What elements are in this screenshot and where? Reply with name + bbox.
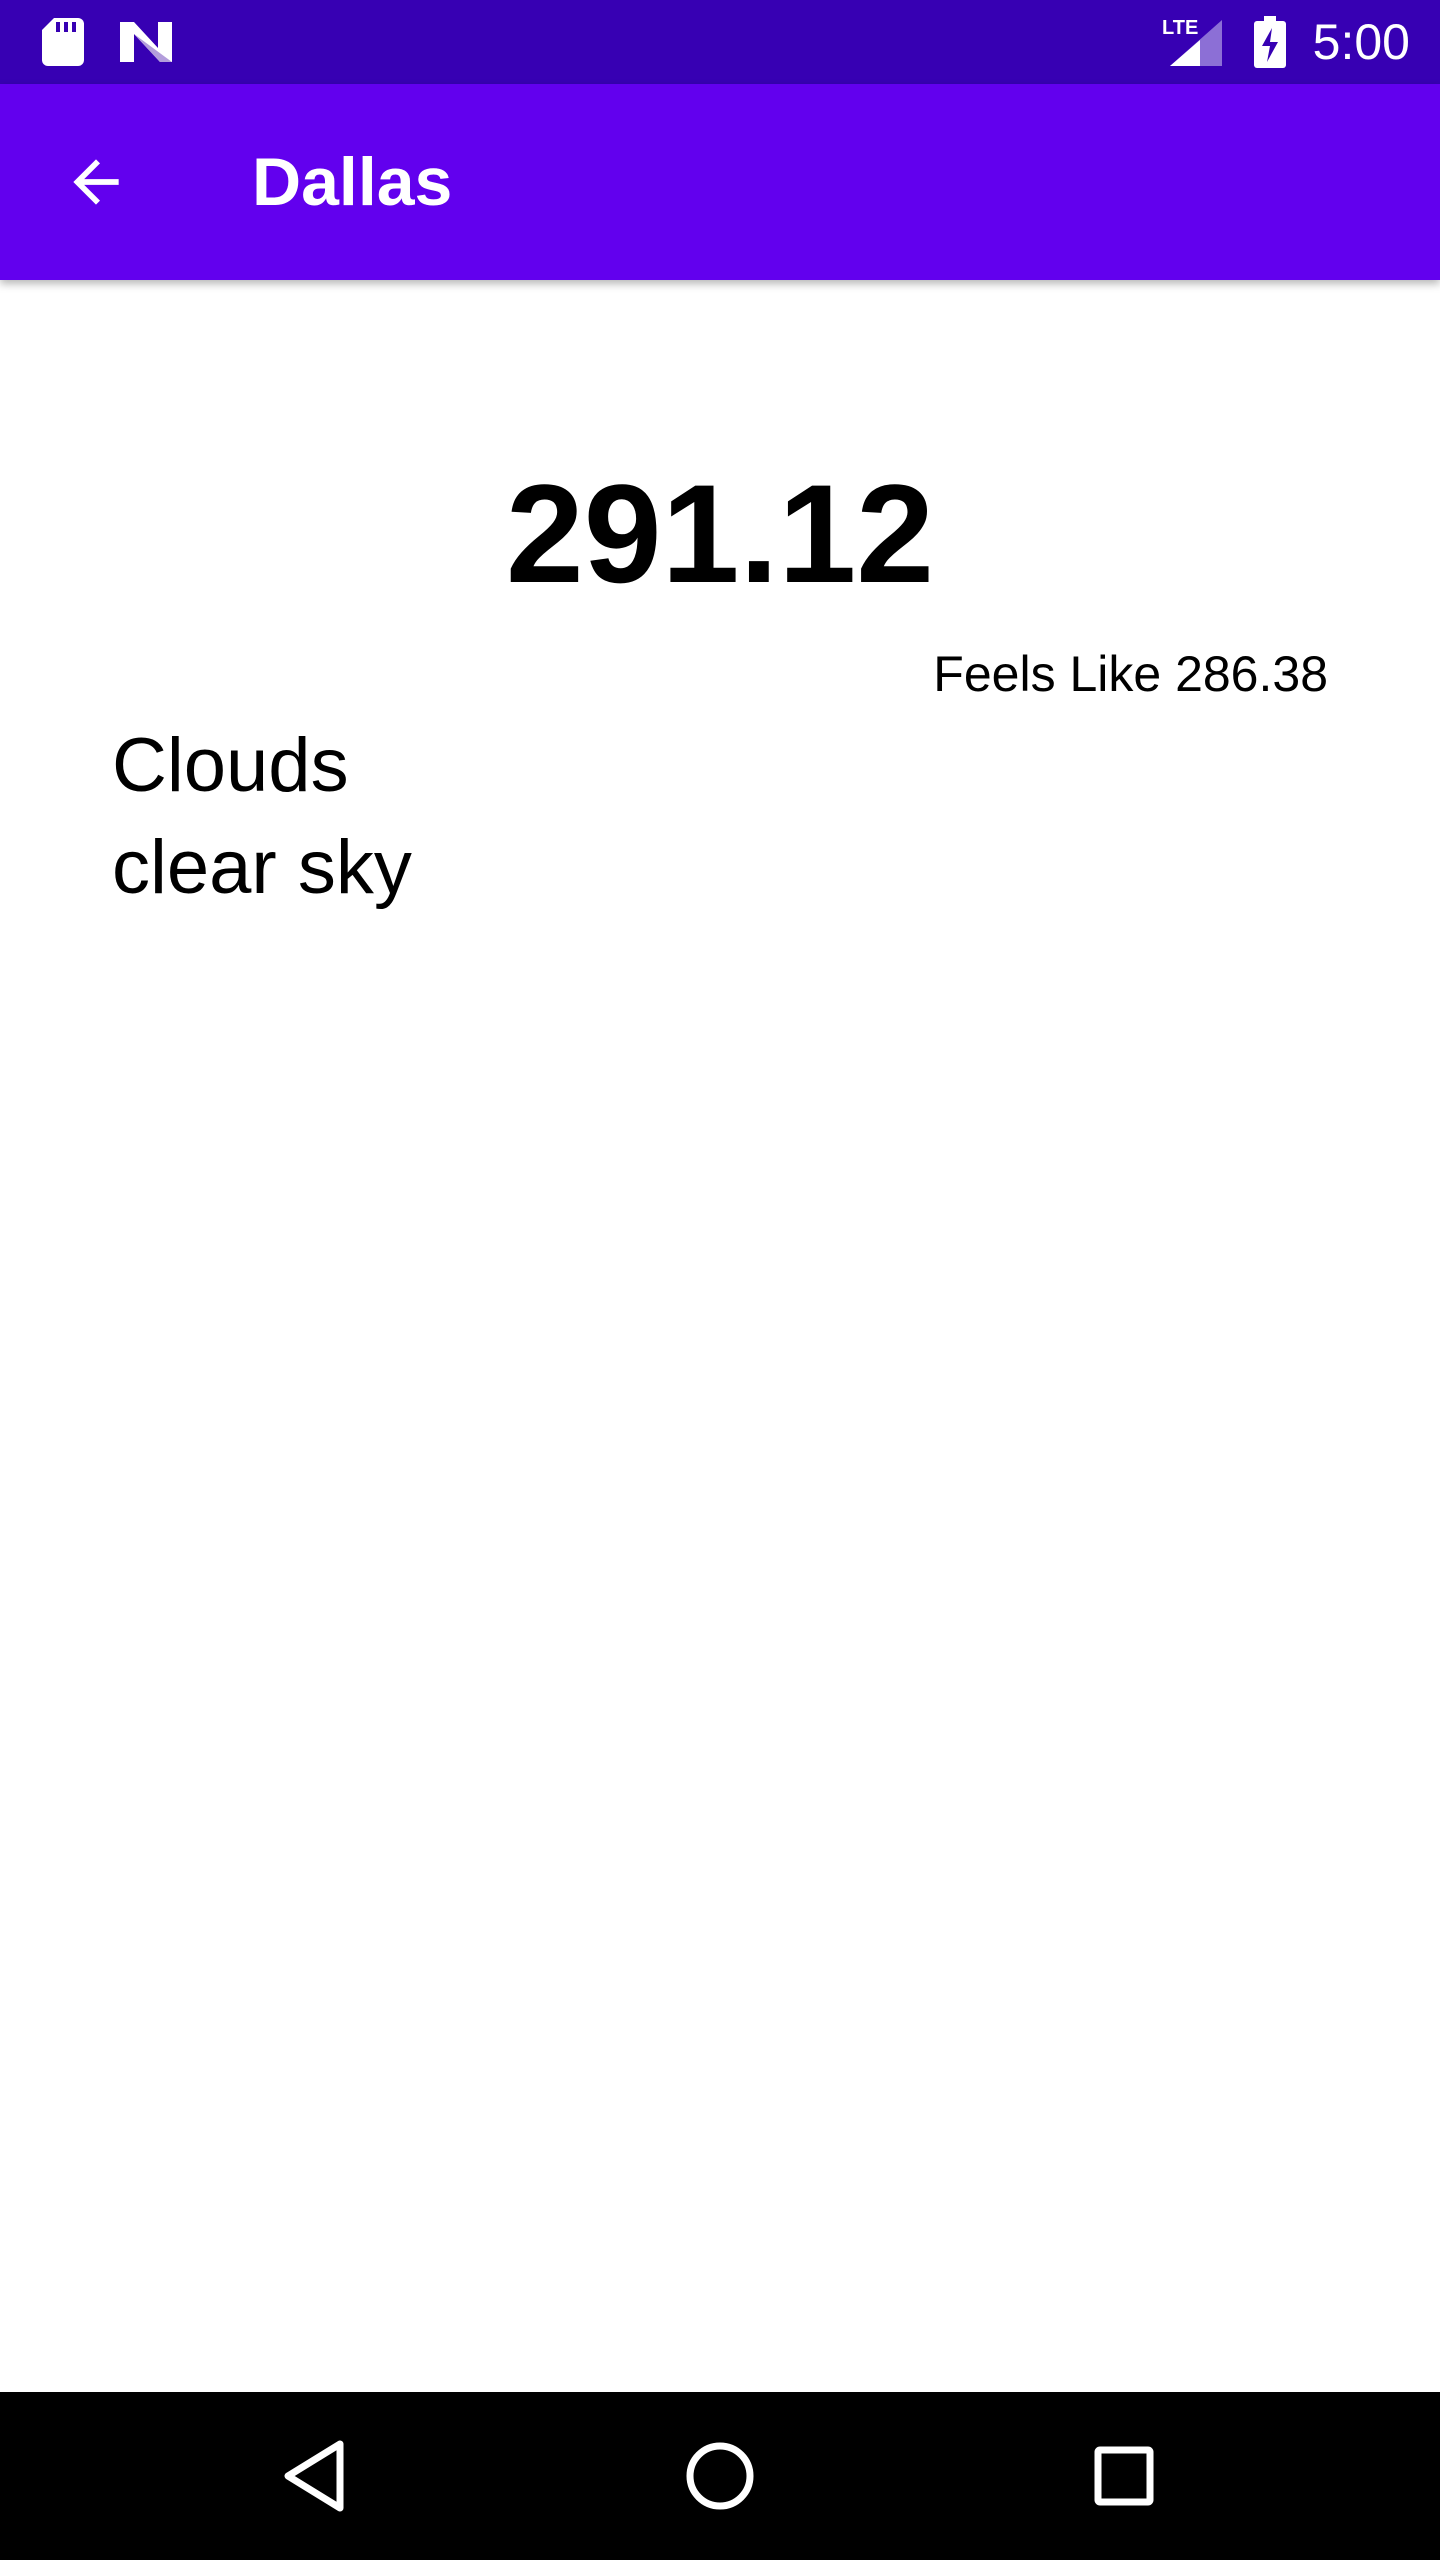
nav-back-button[interactable] [256, 2416, 376, 2536]
back-triangle-icon [284, 2440, 344, 2512]
status-bar: LTE 5:00 [0, 0, 1440, 84]
n-notification-icon [118, 18, 174, 66]
feels-like-text: Feels Like 286.38 [933, 646, 1328, 702]
status-clock: 5:00 [1312, 14, 1410, 70]
weather-condition: Clouds [112, 723, 349, 808]
recents-square-icon [1094, 2446, 1154, 2506]
page-title: Dallas [252, 144, 453, 220]
weather-content: 291.12 Feels Like 286.38 Clouds clear sk… [0, 280, 1440, 2392]
lte-signal-icon: LTE [1160, 14, 1230, 70]
svg-text:LTE: LTE [1162, 17, 1198, 39]
app-bar: Dallas [0, 84, 1440, 280]
back-button[interactable] [40, 126, 152, 238]
home-circle-icon [686, 2442, 754, 2510]
arrow-back-icon [73, 159, 119, 205]
sd-card-icon [40, 16, 86, 68]
battery-charging-icon [1252, 14, 1288, 70]
nav-recents-button[interactable] [1064, 2416, 1184, 2536]
temperature-value: 291.12 [505, 455, 935, 612]
navigation-bar [0, 2392, 1440, 2560]
nav-home-button[interactable] [660, 2416, 780, 2536]
weather-description: clear sky [112, 825, 412, 910]
